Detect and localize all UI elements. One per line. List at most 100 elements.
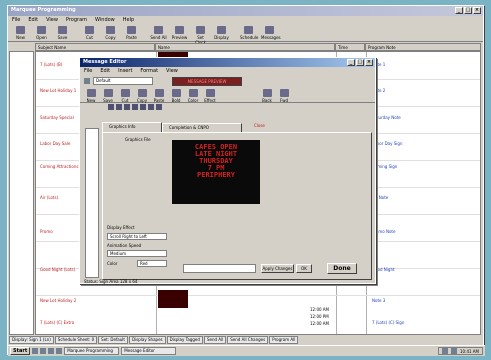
toolbar-open-button[interactable]: Open xyxy=(33,25,50,40)
effect-select[interactable]: Scroll Right to Left xyxy=(107,233,167,240)
tab-send-all-changes[interactable]: Send All Changes xyxy=(227,336,269,344)
dialog-menu-format[interactable]: Format xyxy=(140,68,158,74)
tab-display-tagged[interactable]: Display Tagged xyxy=(166,336,203,344)
color-icon xyxy=(188,89,198,97)
tab-display-shapes[interactable]: Display Shapes xyxy=(128,336,166,344)
size-icon[interactable] xyxy=(140,104,146,110)
toolbar-preview-button[interactable]: Preview xyxy=(171,25,188,40)
dialog-color-button[interactable]: Color xyxy=(186,88,200,103)
led-line: PERIPHERY xyxy=(197,171,235,179)
tab-set-default[interactable]: Set: Default xyxy=(98,336,128,344)
toolbar-display-button[interactable]: Display xyxy=(213,25,230,40)
tab-close-link[interactable]: Close xyxy=(254,123,265,132)
taskbar-item-main[interactable]: Marquee Programming xyxy=(64,347,120,355)
message-text-input[interactable] xyxy=(183,264,256,273)
tab-completion[interactable]: Completion & CNPO xyxy=(162,123,242,132)
tray-icon[interactable] xyxy=(442,348,448,354)
row-subject[interactable]: Labor Day Sale xyxy=(40,141,70,146)
message-preview-button[interactable]: MESSAGE PREVIEW xyxy=(172,76,242,86)
align-center-icon[interactable] xyxy=(116,104,122,110)
align-right-icon[interactable] xyxy=(124,104,130,110)
minimize-button[interactable]: _ xyxy=(455,7,463,14)
tab-graphics-info[interactable]: Graphics Info xyxy=(102,122,162,132)
done-button[interactable]: Done xyxy=(327,263,357,274)
menu-file[interactable]: File xyxy=(12,17,20,23)
tab-schedule-sheet[interactable]: Schedule Sheet: 0 xyxy=(54,336,98,344)
row-subject[interactable]: New Lot Holiday 1 xyxy=(40,88,76,93)
row-subject[interactable]: New Lot Holiday 2 xyxy=(40,298,76,303)
col-header-time[interactable]: Time xyxy=(335,43,365,51)
dialog-menu-insert[interactable]: Insert xyxy=(118,68,132,74)
dialog-maximize-button[interactable]: □ xyxy=(356,59,364,66)
col-header-subject[interactable]: Subject Name xyxy=(35,43,155,51)
row-note[interactable]: Labor Day Sign xyxy=(372,141,402,146)
maximize-button[interactable]: □ xyxy=(464,7,472,14)
ok-button[interactable]: OK xyxy=(296,264,312,273)
col-header-name[interactable]: Name xyxy=(155,43,335,51)
row-note[interactable]: 7 (Lots) (C) Sign xyxy=(372,320,404,325)
dialog-back-button[interactable]: Back xyxy=(260,88,274,103)
row-note[interactable]: Saturday Note xyxy=(372,115,401,120)
font-icon[interactable] xyxy=(132,104,138,110)
graphic-icon[interactable] xyxy=(148,104,154,110)
quicklaunch-icon[interactable] xyxy=(32,348,39,354)
clock: 10:41 AM xyxy=(460,348,479,354)
tab-send-all[interactable]: Send All xyxy=(203,336,227,344)
schedule-icon xyxy=(244,26,253,34)
bold-icon xyxy=(171,89,181,97)
row-subject[interactable]: Air (Lots) xyxy=(40,195,58,200)
quicklaunch-icon[interactable] xyxy=(56,348,63,354)
toolbar-new-button[interactable]: New xyxy=(12,25,29,40)
tab-display-sign[interactable]: Display: Sign 1 (Ln) xyxy=(9,336,54,344)
menu-help[interactable]: Help xyxy=(123,17,134,23)
row-subject[interactable]: Good Night (Lots) xyxy=(40,267,75,272)
row-subject[interactable]: Coming Attractions xyxy=(40,164,78,169)
dialog-menu-view[interactable]: View xyxy=(166,68,178,74)
dialog-forward-button[interactable]: Fwd xyxy=(277,88,291,103)
toolbar-set-clock-button[interactable]: Set Clock xyxy=(192,25,209,45)
menu-window[interactable]: Window xyxy=(95,17,115,23)
row-subject[interactable]: 7 (Lots) (C) Extra xyxy=(40,320,74,325)
dialog-paste-button[interactable]: Paste xyxy=(152,88,166,103)
toolbar-messages-button[interactable]: Messages xyxy=(261,25,281,40)
dialog-effect-button[interactable]: Effect xyxy=(203,88,217,103)
dialog-minimize-button[interactable]: _ xyxy=(347,59,355,66)
menu-edit[interactable]: Edit xyxy=(28,17,38,23)
dialog-new-button[interactable]: New xyxy=(84,88,98,103)
menu-program[interactable]: Program xyxy=(66,17,87,23)
row-subject[interactable]: Saturday Special xyxy=(40,115,74,120)
toolbar-schedule-button[interactable]: Schedule xyxy=(240,25,258,40)
quicklaunch-icon[interactable] xyxy=(40,348,47,354)
sign-combo[interactable]: Default xyxy=(93,77,153,85)
toolbar-copy-button[interactable]: Copy xyxy=(102,25,119,40)
col-header-note[interactable]: Program Note xyxy=(365,43,481,51)
taskbar-item-editor[interactable]: Message Editor xyxy=(121,347,177,355)
tab-program-all[interactable]: Program All xyxy=(269,336,299,344)
toolbar-send-all-button[interactable]: Send All xyxy=(150,25,167,40)
row-note[interactable]: Note 3 xyxy=(372,298,385,303)
frame-icon[interactable] xyxy=(156,104,162,110)
quicklaunch-icon[interactable] xyxy=(48,348,55,354)
start-button[interactable]: Start xyxy=(10,347,31,355)
toolbar-save-button[interactable]: Save xyxy=(54,25,71,40)
tray-icon[interactable] xyxy=(451,348,457,354)
forward-icon xyxy=(279,89,289,97)
speed-select[interactable]: Medium xyxy=(107,250,167,257)
row-subject[interactable]: 7 (Lots) (B) xyxy=(40,62,62,67)
close-button[interactable]: × xyxy=(473,7,481,14)
toolbar-cut-button[interactable]: Cut xyxy=(81,25,98,40)
frame-list[interactable] xyxy=(85,128,99,278)
dialog-menu-edit[interactable]: Edit xyxy=(100,68,110,74)
dialog-cut-button[interactable]: Cut xyxy=(118,88,132,103)
dialog-save-button[interactable]: Save xyxy=(101,88,115,103)
row-subject[interactable]: Promo xyxy=(40,229,53,234)
toolbar-paste-button[interactable]: Paste xyxy=(123,25,140,40)
color-select[interactable]: Red xyxy=(137,260,167,267)
dialog-close-button[interactable]: × xyxy=(365,59,373,66)
dialog-menu-file[interactable]: File xyxy=(84,68,92,74)
align-left-icon[interactable] xyxy=(108,104,114,110)
dialog-bold-button[interactable]: Bold xyxy=(169,88,183,103)
apply-changes-button[interactable]: Apply Changes xyxy=(261,264,294,273)
menu-view[interactable]: View xyxy=(46,17,58,23)
dialog-copy-button[interactable]: Copy xyxy=(135,88,149,103)
